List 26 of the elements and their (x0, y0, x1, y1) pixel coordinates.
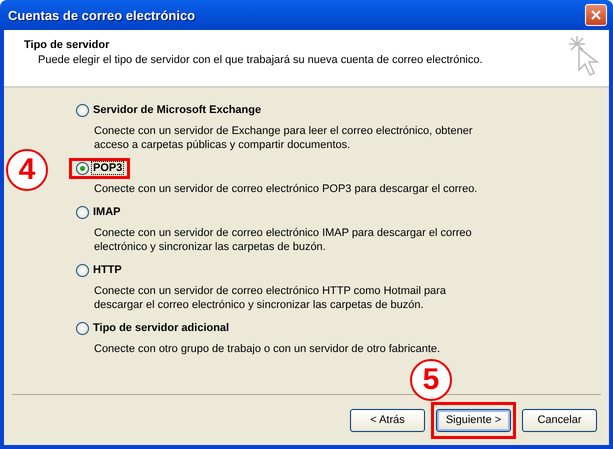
radio-button[interactable] (76, 104, 89, 116)
cursor-sparkle-icon (567, 34, 601, 78)
option-description: Conecte con otro grupo de trabajo o con un servidor de otro fabricante. (93, 342, 442, 357)
page-title: Tipo de servidor (24, 39, 110, 51)
step-number-badge: 4 (6, 148, 48, 190)
option-description: Conecte con un servidor de correo electrónico HTTP como Hotmail para descargar el correo electrónico y sincronizar las carpetas de buzón. (93, 284, 447, 313)
close-icon (590, 9, 602, 21)
radio-button[interactable] (76, 322, 89, 334)
wizard-button[interactable]: < Atrás (350, 408, 425, 432)
step-number-badge: 5 (410, 358, 452, 400)
option-label[interactable]: IMAP (92, 206, 122, 218)
option-description: Conecte con un servidor de correo electrónico POP3 para descargar el correo. (93, 182, 478, 197)
radio-button[interactable] (76, 162, 89, 174)
wizard-button[interactable]: Siguiente > (436, 408, 511, 432)
option-description: Conecte con un servidor de Exchange para leer el correo electrónico, obtener acceso a carpetas públicas y compartir documentos. (93, 124, 474, 153)
option-label[interactable]: POP3 (92, 162, 124, 174)
window-title: Cuentas de correo electrónico (8, 8, 196, 22)
option-label[interactable]: Servidor de Microsoft Exchange (92, 104, 262, 116)
radio-button[interactable] (76, 264, 89, 276)
option-label[interactable]: HTTP (92, 264, 123, 276)
option-label[interactable]: Tipo de servidor adicional (92, 322, 230, 334)
option-description: Conecte con un servidor de correo electrónico IMAP para descargar el correo electrónico y sincronizar las carpetas de buzón. (93, 226, 473, 255)
page-subtitle: Puede elegir el tipo de servidor con el que trabajará su nueva cuenta de correo electrónico. (37, 54, 483, 66)
close-button[interactable] (585, 4, 607, 26)
radio-button[interactable] (76, 206, 89, 218)
wizard-button[interactable]: Cancelar (522, 408, 597, 432)
